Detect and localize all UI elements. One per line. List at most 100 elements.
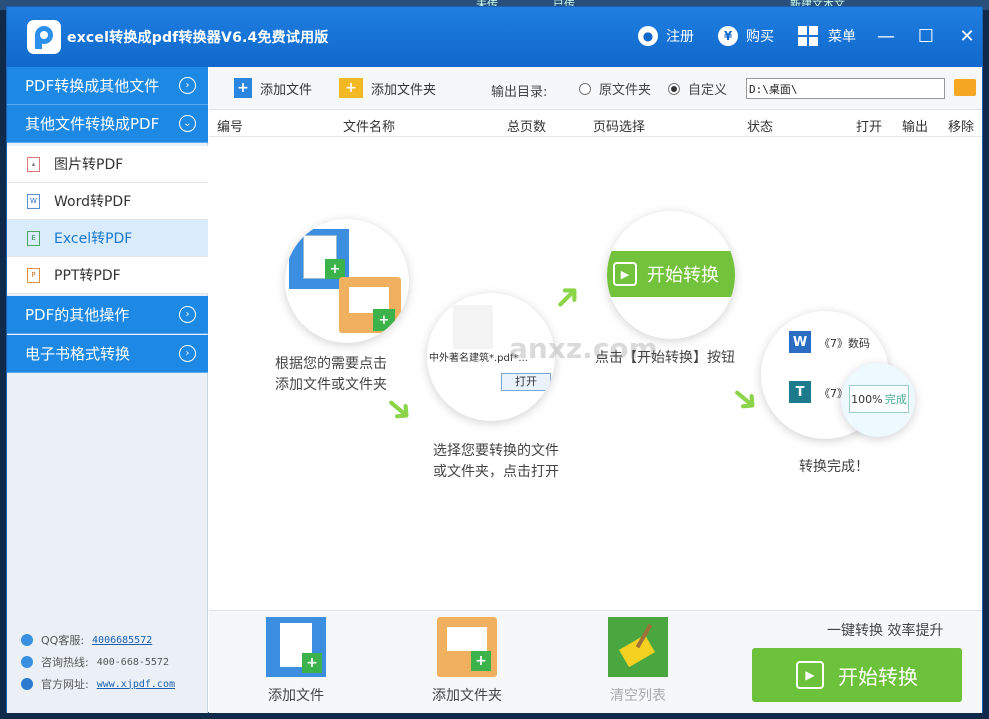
step3-circle: ▶ 开始转换 bbox=[607, 211, 735, 339]
toolbar: + 添加文件 + 添加文件夹 输出目录: 原文件夹 自定义 bbox=[209, 67, 982, 110]
menu-button[interactable]: 菜单 bbox=[798, 23, 856, 49]
col-page-select: 页码选择 bbox=[593, 120, 646, 135]
folder-add-icon: + bbox=[339, 277, 401, 333]
sidebar-item-excel-to-pdf[interactable]: E Excel转PDF bbox=[7, 220, 208, 257]
main-panel: + 添加文件 + 添加文件夹 输出目录: 原文件夹 自定义 编号 文件名称 总页… bbox=[209, 67, 982, 713]
section-label: 其他文件转换成PDF bbox=[25, 115, 160, 133]
step3-text: 点击【开始转换】按钮 bbox=[595, 350, 735, 366]
sidebar-item-image-to-pdf[interactable]: ▴ 图片转PDF bbox=[7, 146, 208, 183]
section-label: 电子书格式转换 bbox=[25, 345, 131, 363]
step2-line2: 或文件夹，点击打开 bbox=[433, 464, 559, 480]
chevron-right-icon: › bbox=[179, 345, 196, 362]
app-logo-icon bbox=[27, 20, 61, 54]
image-file-icon: ▴ bbox=[27, 156, 40, 172]
output-dir-label: 输出目录: bbox=[491, 85, 548, 100]
sidebar-section-other-to-pdf[interactable]: 其他文件转换成PDF ⌄ bbox=[7, 105, 208, 143]
contact-hotline: 咨询热线: 400-668-5572 bbox=[21, 654, 169, 670]
contact-label: 官方网址: bbox=[41, 678, 89, 691]
ppt-file-icon: P bbox=[27, 267, 40, 283]
text-doc-icon: T bbox=[789, 381, 811, 403]
dialog-open-button: 打开 bbox=[501, 373, 551, 391]
section-label: PDF转换成其他文件 bbox=[25, 77, 160, 95]
radio-custom-folder[interactable]: 自定义 bbox=[668, 79, 727, 98]
app-window: excel转换成pdf转换器V6.4免费试用版 ● 注册 ¥ 购买 菜单 — ☐… bbox=[6, 6, 983, 713]
radio-circle-selected bbox=[668, 82, 680, 95]
clear-list-label: 清空列表 bbox=[610, 688, 666, 704]
contact-website: 官方网址: www.xjpdf.com bbox=[21, 676, 175, 692]
hotline-value: 400-668-5572 bbox=[96, 656, 169, 668]
slogan-text: 一键转换 效率提升 bbox=[827, 623, 944, 639]
sidebar-section-pdf-to-other[interactable]: PDF转换成其他文件 › bbox=[7, 67, 208, 105]
sidebar: PDF转换成其他文件 › 其他文件转换成PDF ⌄ ▴ 图片转PDF W Wor… bbox=[7, 67, 208, 713]
contact-qq: QQ客服: 4006685572 bbox=[21, 632, 152, 648]
contact-label: QQ客服: bbox=[41, 634, 85, 647]
clear-list-button[interactable]: 清空列表 bbox=[583, 617, 693, 705]
step1-text: 根据您的需要点击 添加文件或文件夹 bbox=[275, 354, 387, 396]
yen-icon: ¥ bbox=[718, 26, 738, 46]
section-label: PDF的其他操作 bbox=[25, 306, 130, 324]
chevron-down-icon: ⌄ bbox=[179, 115, 196, 132]
add-file-large-icon: + bbox=[266, 617, 326, 677]
col-output: 输出 bbox=[902, 120, 929, 135]
user-icon: ● bbox=[638, 26, 658, 46]
maximize-button[interactable]: ☐ bbox=[911, 21, 941, 51]
step1-line2: 添加文件或文件夹 bbox=[275, 377, 387, 393]
sidebar-item-label: 图片转PDF bbox=[54, 157, 124, 173]
word-file-icon: W bbox=[27, 193, 40, 209]
step4-text: 转换完成！ bbox=[799, 459, 869, 475]
footer-add-file-button[interactable]: + 添加文件 bbox=[241, 617, 351, 705]
step2-text: 选择您要转换的文件 或文件夹，点击打开 bbox=[433, 441, 559, 483]
col-total-pages: 总页数 bbox=[507, 120, 547, 135]
done-badge-circle: 100% 完成 bbox=[841, 363, 915, 437]
add-file-button[interactable]: + 添加文件 bbox=[234, 78, 312, 98]
minimize-button[interactable]: — bbox=[871, 21, 901, 51]
radio-circle bbox=[579, 82, 591, 95]
footer-add-folder-button[interactable]: + 添加文件夹 bbox=[412, 617, 522, 705]
add-file-icon: + bbox=[234, 78, 252, 98]
start-demo-button: ▶ 开始转换 bbox=[607, 251, 735, 297]
progress-complete-box: 100% 完成 bbox=[849, 385, 909, 413]
word-doc-icon: W bbox=[789, 331, 811, 353]
footer-add-folder-label: 添加文件夹 bbox=[432, 688, 502, 704]
footer-add-file-label: 添加文件 bbox=[268, 688, 324, 704]
buy-button[interactable]: ¥ 购买 bbox=[718, 23, 774, 49]
qq-link[interactable]: 4006685572 bbox=[92, 635, 152, 646]
done-percent: 100% bbox=[851, 392, 883, 406]
done-status: 完成 bbox=[884, 393, 907, 406]
register-button[interactable]: ● 注册 bbox=[638, 23, 694, 49]
play-icon: ▶ bbox=[796, 661, 824, 689]
col-open: 打开 bbox=[856, 120, 883, 135]
radio-label: 原文件夹 bbox=[599, 83, 652, 98]
ie-icon bbox=[21, 678, 33, 690]
bottom-bar: + 添加文件 + 添加文件夹 清空列表 一键转换 效率提升 ▶ 开始转换 bbox=[209, 610, 982, 713]
add-file-label: 添加文件 bbox=[260, 82, 313, 98]
file-table-header: 编号 文件名称 总页数 页码选择 状态 打开 输出 移除 bbox=[209, 111, 982, 137]
output-path-input[interactable] bbox=[746, 78, 945, 99]
browse-folder-icon[interactable] bbox=[954, 79, 976, 96]
col-status: 状态 bbox=[747, 120, 774, 135]
website-link[interactable]: www.xjpdf.com bbox=[97, 679, 175, 690]
sidebar-section-pdf-other-ops[interactable]: PDF的其他操作 › bbox=[7, 296, 208, 334]
sidebar-item-label: Excel转PDF bbox=[54, 231, 133, 247]
title-bar[interactable]: excel转换成pdf转换器V6.4免费试用版 ● 注册 ¥ 购买 菜单 — ☐… bbox=[7, 7, 982, 67]
sidebar-section-ebook[interactable]: 电子书格式转换 › bbox=[7, 335, 208, 373]
start-convert-button[interactable]: ▶ 开始转换 bbox=[752, 648, 962, 702]
register-label: 注册 bbox=[666, 29, 694, 45]
radio-original-folder[interactable]: 原文件夹 bbox=[579, 79, 651, 98]
phone-user-icon bbox=[21, 656, 33, 668]
sidebar-item-word-to-pdf[interactable]: W Word转PDF bbox=[7, 183, 208, 220]
qq-icon bbox=[21, 634, 33, 646]
add-folder-icon: + bbox=[339, 78, 363, 98]
buy-label: 购买 bbox=[746, 29, 774, 45]
excel-file-icon: E bbox=[27, 230, 40, 246]
grid-menu-icon bbox=[798, 26, 818, 46]
col-remove: 移除 bbox=[948, 120, 975, 135]
add-folder-button[interactable]: + 添加文件夹 bbox=[339, 78, 436, 98]
col-number: 编号 bbox=[217, 120, 244, 135]
add-folder-label: 添加文件夹 bbox=[371, 82, 437, 98]
start-demo-label: 开始转换 bbox=[647, 265, 719, 286]
close-button[interactable]: ✕ bbox=[952, 21, 982, 51]
sidebar-item-label: PPT转PDF bbox=[54, 268, 121, 284]
sidebar-item-ppt-to-pdf[interactable]: P PPT转PDF bbox=[7, 257, 208, 294]
arrow-icon: ➜ bbox=[543, 272, 592, 322]
